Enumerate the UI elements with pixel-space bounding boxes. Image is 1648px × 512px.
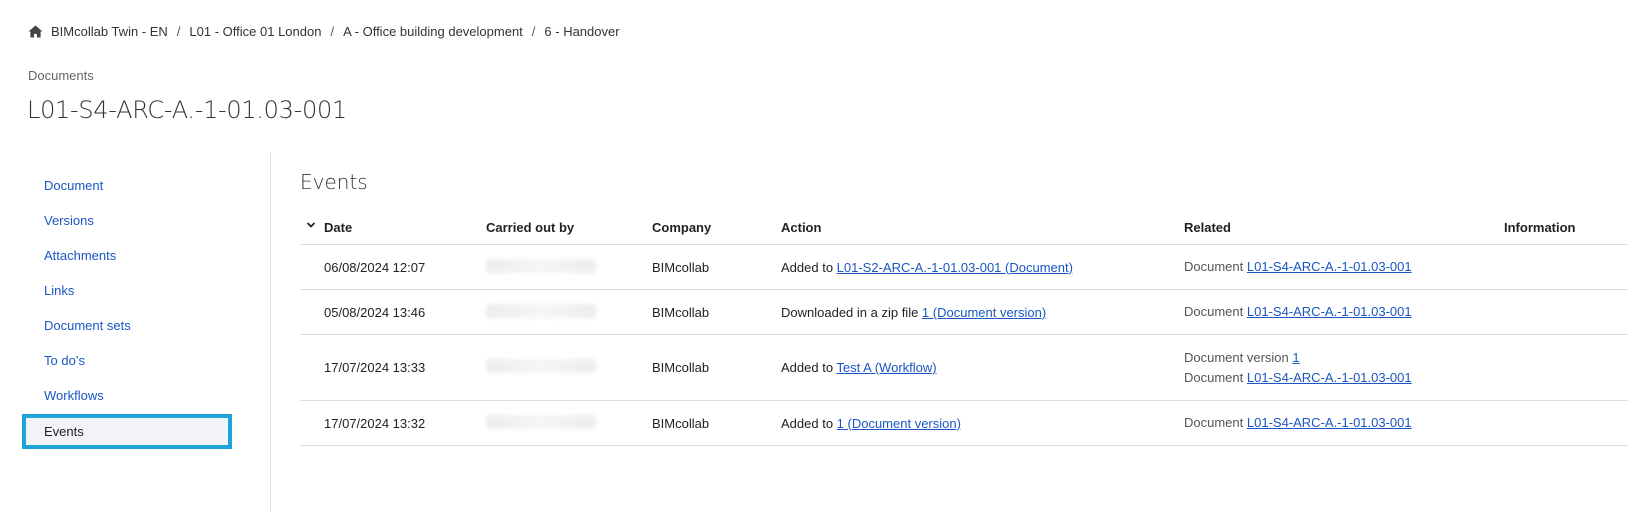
cell-carried-out-by (486, 258, 652, 276)
action-link[interactable]: Test A (Workflow) (836, 360, 936, 375)
action-link[interactable]: 1 (Document version) (922, 305, 1046, 320)
related-prefix: Document (1184, 369, 1247, 385)
sidebar-item-versions[interactable]: Versions (22, 203, 232, 238)
breadcrumb-item-phase[interactable]: 6 - Handover (544, 24, 619, 39)
cell-date: 06/08/2024 12:07 (324, 259, 426, 275)
cell-related: Document version 1 Document L01-S4-ARC-A… (1184, 348, 1504, 388)
events-table: Date Carried out by Company Action Relat… (300, 210, 1628, 446)
breadcrumb-separator: / (531, 23, 536, 39)
column-header-action[interactable]: Action (781, 220, 1184, 235)
redacted-user (486, 303, 596, 318)
section-label: Documents (28, 68, 94, 83)
action-link[interactable]: 1 (Document version) (837, 416, 961, 431)
redacted-user (486, 414, 596, 429)
cell-carried-out-by (486, 303, 652, 321)
breadcrumb: BIMcollab Twin - EN / L01 - Office 01 Lo… (28, 22, 620, 40)
sidebar-item-todos[interactable]: To do’s (22, 343, 232, 378)
sidebar-item-workflows[interactable]: Workflows (22, 378, 232, 413)
cell-company: BIMcollab (652, 304, 710, 320)
page-title: L01-S4-ARC-A.-1-01.03-001 (27, 96, 347, 124)
sidebar-item-events[interactable]: Events (22, 414, 232, 449)
breadcrumb-separator: / (176, 23, 181, 39)
table-row: 05/08/2024 13:46 BIMcollab Downloaded in… (300, 290, 1628, 335)
home-icon[interactable] (28, 23, 44, 39)
action-text: Downloaded in a zip file (781, 304, 922, 320)
action-text: Added to (781, 415, 837, 431)
related-prefix: Document (1184, 304, 1247, 319)
cell-date: 05/08/2024 13:46 (324, 304, 426, 320)
cell-related: Document L01-S4-ARC-A.-1-01.03-001 (1184, 257, 1504, 277)
cell-date: 17/07/2024 13:32 (324, 415, 426, 431)
chevron-down-icon[interactable] (306, 220, 316, 230)
sidebar-item-document-sets[interactable]: Document sets (22, 308, 232, 343)
column-header-information[interactable]: Information (1504, 220, 1628, 235)
sidebar-item-links[interactable]: Links (22, 273, 232, 308)
table-row: 17/07/2024 13:33 BIMcollab Added to Test… (300, 335, 1628, 401)
redacted-user (486, 258, 596, 273)
table-header: Date Carried out by Company Action Relat… (300, 210, 1628, 245)
action-text: Added to (781, 360, 837, 375)
cell-related: Document L01-S4-ARC-A.-1-01.03-001 (1184, 302, 1504, 322)
sidebar-nav: Document Versions Attachments Links Docu… (22, 168, 232, 449)
column-header-date-label: Date (324, 219, 353, 235)
sidebar-item-attachments[interactable]: Attachments (22, 238, 232, 273)
related-prefix: Document (1184, 259, 1247, 274)
related-prefix: Document version (1184, 349, 1293, 365)
table-row: 17/07/2024 13:32 BIMcollab Added to 1 (D… (300, 401, 1628, 446)
cell-company: BIMcollab (652, 415, 710, 431)
breadcrumb-item-location[interactable]: L01 - Office 01 London (189, 24, 321, 39)
related-link[interactable]: L01-S4-ARC-A.-1-01.03-001 (1247, 370, 1412, 385)
action-text: Added to (781, 259, 837, 275)
table-row: 06/08/2024 12:07 BIMcollab Added to L01-… (300, 245, 1628, 290)
related-prefix: Document (1184, 415, 1247, 430)
related-link[interactable]: L01-S4-ARC-A.-1-01.03-001 (1247, 259, 1412, 274)
breadcrumb-separator: / (330, 23, 335, 39)
column-header-date[interactable]: Date (300, 220, 486, 235)
column-header-company[interactable]: Company (652, 220, 781, 235)
redacted-user (486, 359, 596, 373)
cell-action: Added to Test A (Workflow) (781, 360, 1184, 375)
content-divider (270, 152, 271, 512)
cell-related: Document L01-S4-ARC-A.-1-01.03-001 (1184, 413, 1504, 433)
breadcrumb-item-twin[interactable]: BIMcollab Twin - EN (51, 24, 168, 39)
breadcrumb-item-project[interactable]: A - Office building development (343, 24, 523, 39)
cell-date: 17/07/2024 13:33 (324, 360, 426, 375)
cell-action: Added to 1 (Document version) (781, 416, 1184, 431)
related-link[interactable]: L01-S4-ARC-A.-1-01.03-001 (1247, 304, 1412, 319)
cell-carried-out-by (486, 414, 652, 432)
cell-action: Downloaded in a zip file 1 (Document ver… (781, 305, 1184, 320)
cell-company: BIMcollab (652, 360, 710, 375)
events-heading: Events (300, 170, 368, 194)
sidebar-item-document[interactable]: Document (22, 168, 232, 203)
cell-company: BIMcollab (652, 259, 710, 275)
cell-action: Added to L01-S2-ARC-A.-1-01.03-001 (Docu… (781, 260, 1184, 275)
action-link[interactable]: L01-S2-ARC-A.-1-01.03-001 (Document) (837, 260, 1073, 275)
related-link[interactable]: 1 (1292, 350, 1299, 365)
column-header-related[interactable]: Related (1184, 220, 1504, 235)
related-link[interactable]: L01-S4-ARC-A.-1-01.03-001 (1247, 415, 1412, 430)
column-header-carried-out-by[interactable]: Carried out by (486, 220, 652, 235)
cell-carried-out-by (486, 359, 652, 376)
